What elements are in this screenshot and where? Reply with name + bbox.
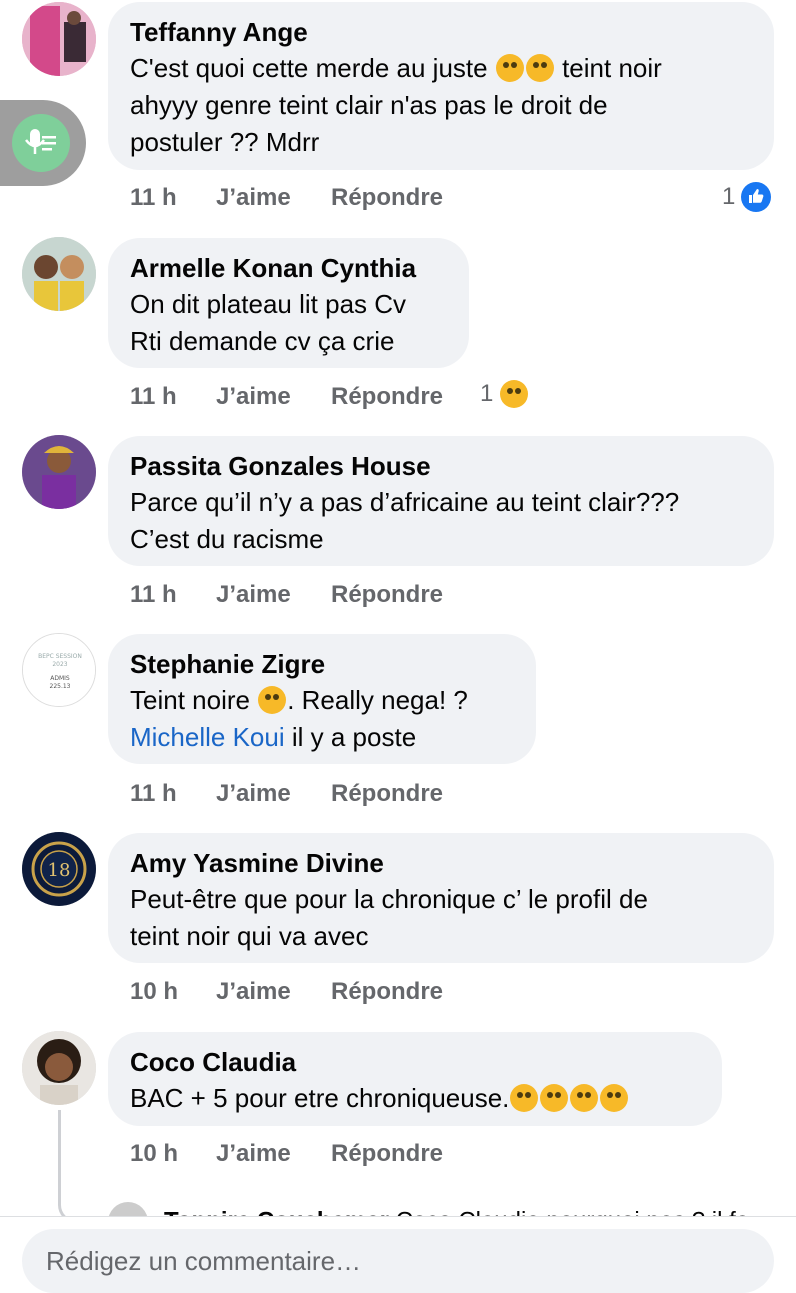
avatar-text: ADMIS <box>50 675 70 682</box>
comment-bubble: Stephanie Zigre Teint noire . Really neg… <box>108 634 536 764</box>
comment-actions: 11 h J’aime Répondre <box>130 377 443 417</box>
reply-author: Tonnire Couchemar <box>164 1207 389 1216</box>
avatar[interactable] <box>22 1031 96 1105</box>
laugh-icon <box>500 380 529 408</box>
comment-bubble: Amy Yasmine Divine Peut-être que pour la… <box>108 833 774 963</box>
comment-author[interactable]: Teffanny Ange <box>130 14 752 50</box>
reply-button[interactable]: Répondre <box>331 780 443 808</box>
reaction-count: 1 <box>722 183 736 210</box>
comment-bubble: Coco Claudia BAC + 5 pour etre chronique… <box>108 1032 722 1126</box>
like-button[interactable]: J’aime <box>216 581 331 609</box>
comment-author[interactable]: Passita Gonzales House <box>130 448 752 484</box>
reaction-summary[interactable]: 1 <box>480 380 529 408</box>
avatar[interactable]: BEPC SESSION 2023 ADMIS 225.13 <box>22 633 96 707</box>
comment-author[interactable]: Coco Claudia <box>130 1044 700 1080</box>
comment-actions: 10 h J’aime Répondre <box>130 1134 443 1174</box>
avatar-text: 18 <box>48 860 71 881</box>
comment-composer-bar: Rédigez un commentaire… <box>0 1216 796 1293</box>
reaction-count: 1 <box>480 380 494 407</box>
reaction-summary[interactable]: 1 <box>722 182 772 212</box>
floating-voice-tab[interactable] <box>0 100 86 186</box>
comment-actions: 11 h J’aime Répondre <box>130 575 443 615</box>
avatar[interactable]: 18 <box>22 832 96 906</box>
avatar-text: BEPC SESSION <box>38 653 82 660</box>
comment-author[interactable]: Stephanie Zigre <box>130 646 514 682</box>
reply-button[interactable]: Répondre <box>331 581 443 609</box>
comment-actions: 10 h J’aime Répondre <box>130 972 443 1012</box>
comment-time[interactable]: 11 h <box>130 184 216 212</box>
avatar <box>108 1202 148 1216</box>
comment-time[interactable]: 11 h <box>130 780 216 808</box>
comment-time[interactable]: 10 h <box>130 1140 216 1168</box>
voice-to-text-icon[interactable] <box>12 114 70 172</box>
reply-button[interactable]: Répondre <box>331 1140 443 1168</box>
reply-thread-line <box>58 1110 111 1223</box>
thinking-emoji-icon <box>510 1084 539 1112</box>
like-button[interactable]: J’aime <box>216 184 331 212</box>
comment-time[interactable]: 11 h <box>130 581 216 609</box>
reply-preview[interactable]: Tonnire Couchemar Coco Claudia pourquoi … <box>108 1188 796 1216</box>
comment-bubble: Teffanny Ange C'est quoi cette merde au … <box>108 2 774 170</box>
comment-text: Teint noire . Really nega! ? Michelle Ko… <box>130 685 468 752</box>
reply-button[interactable]: Répondre <box>331 978 443 1006</box>
yawn-emoji-icon <box>600 1084 629 1112</box>
avatar-text: 2023 <box>52 661 67 668</box>
like-button[interactable]: J’aime <box>216 383 331 411</box>
like-button[interactable]: J’aime <box>216 1140 331 1168</box>
comment-time[interactable]: 11 h <box>130 383 216 411</box>
reply-button[interactable]: Répondre <box>331 184 443 212</box>
comment-text: C'est quoi cette merde au juste teint no… <box>130 53 662 157</box>
comment-text: Peut-être que pour la chronique c’ le pr… <box>130 884 648 951</box>
comment-author[interactable]: Amy Yasmine Divine <box>130 845 752 881</box>
avatar[interactable] <box>22 435 96 509</box>
comment-text: On dit plateau lit pas Cv Rti demande cv… <box>130 289 407 356</box>
like-button[interactable]: J’aime <box>216 780 331 808</box>
comment-bubble: Armelle Konan Cynthia On dit plateau lit… <box>108 238 469 368</box>
comment-author[interactable]: Armelle Konan Cynthia <box>130 250 447 286</box>
comment-input[interactable]: Rédigez un commentaire… <box>22 1229 774 1293</box>
eye-roll-emoji-icon <box>525 54 554 82</box>
avatar-text: 225.13 <box>50 683 71 690</box>
eye-roll-emoji-icon <box>495 54 524 82</box>
thinking-emoji-icon <box>540 1084 569 1112</box>
comment-text: Parce qu’il n’y a pas d’africaine au tei… <box>130 487 680 554</box>
yawn-emoji-icon <box>570 1084 599 1112</box>
comment-time[interactable]: 10 h <box>130 978 216 1006</box>
like-icon <box>741 182 772 212</box>
comment-actions: 11 h J’aime Répondre <box>130 774 443 814</box>
reply-text: Coco Claudia pourquoi pas ? il fa <box>396 1207 750 1216</box>
comment-bubble: Passita Gonzales House Parce qu’il n’y a… <box>108 436 774 566</box>
comment-text: BAC + 5 pour etre chroniqueuse. <box>130 1080 700 1117</box>
avatar[interactable] <box>22 2 96 76</box>
comment-actions: 11 h J’aime Répondre <box>130 178 443 218</box>
laugh-cry-emoji-icon <box>258 686 287 714</box>
reply-button[interactable]: Répondre <box>331 383 443 411</box>
mention-link[interactable]: Michelle Koui <box>130 722 285 752</box>
avatar[interactable] <box>22 237 96 311</box>
like-button[interactable]: J’aime <box>216 978 331 1006</box>
